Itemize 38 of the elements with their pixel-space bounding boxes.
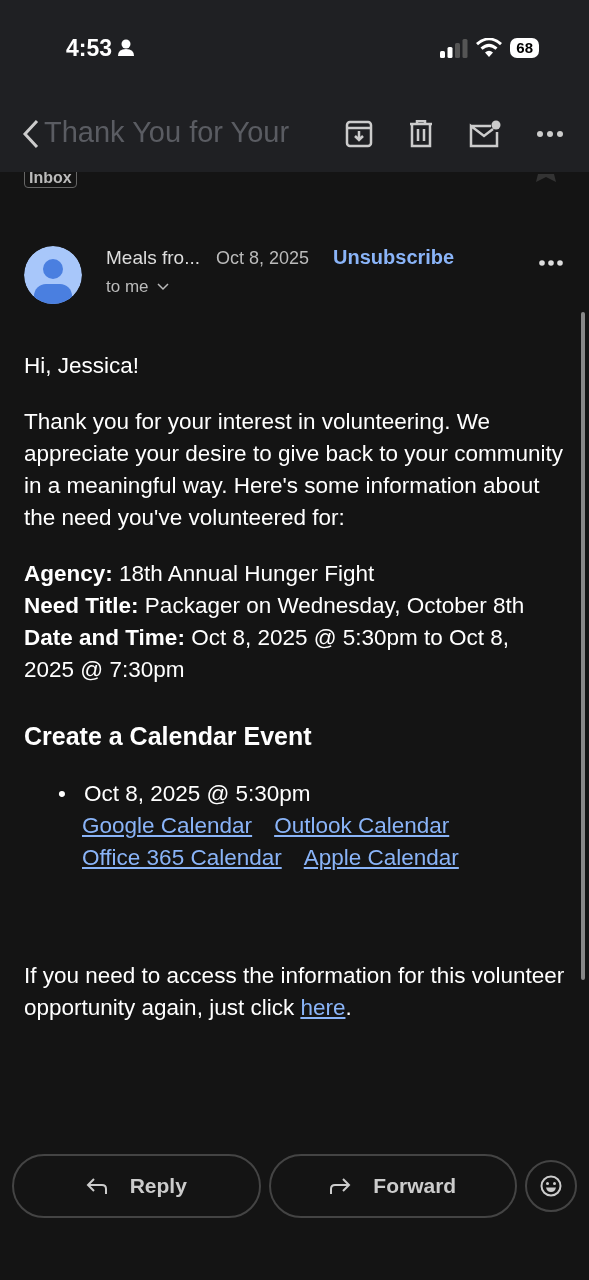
- person-icon: [118, 39, 135, 57]
- detail-line: Date and Time: Oct 8, 2025 @ 5:30pm to Oct 8, 2025 @ 7:30pm: [24, 624, 511, 684]
- avatar-icon: [24, 246, 82, 304]
- delete-icon[interactable]: [409, 120, 433, 148]
- wifi-icon: [476, 38, 503, 58]
- greeting-text: Hi, Jessica!: [24, 352, 141, 380]
- calendar-link[interactable]: Apple Calendar: [303, 842, 459, 874]
- intro-paragraph: Thank you for your interest in volunteering. We appreciate your desire to give back to your community in a meaningful way. Here's some information about the need you've volunteered for:: [24, 408, 564, 532]
- detail-line: Need Title: Packager on Wednesday, October 8th: [24, 592, 526, 620]
- forward-icon: [329, 1177, 352, 1195]
- here-link[interactable]: here: [300, 995, 346, 1020]
- emoji-reaction-button[interactable]: [525, 1160, 577, 1212]
- signal-icon: [440, 38, 469, 58]
- clock-time: 4:53: [66, 34, 113, 62]
- email-subject: Thank You for Your: [44, 116, 290, 149]
- calendar-link[interactable]: Office 365 Calendar: [82, 842, 282, 874]
- smiley-icon: [540, 1175, 562, 1197]
- mark-unread-icon[interactable]: [469, 120, 501, 148]
- reply-button[interactable]: Reply: [12, 1154, 261, 1218]
- sender-name: Meals fro...: [106, 247, 200, 269]
- recipient-toggle[interactable]: to me: [106, 277, 455, 297]
- detail-line: Agency: 18th Annual Hunger Fight: [24, 560, 376, 588]
- archive-icon[interactable]: [345, 120, 373, 148]
- reply-icon: [85, 1177, 108, 1195]
- calendar-link[interactable]: Google Calendar: [82, 810, 253, 842]
- forward-button[interactable]: Forward: [268, 1154, 517, 1218]
- more-icon[interactable]: [539, 260, 563, 266]
- calendar-link[interactable]: Outlook Calendar: [274, 810, 450, 842]
- footer-paragraph: If you need to access the information for this volunteer opportunity again, just click here.: [24, 962, 565, 1022]
- back-icon[interactable]: [22, 119, 40, 149]
- event-time: Oct 8, 2025 @ 5:30pm: [83, 780, 311, 808]
- section-heading: Create a Calendar Event: [24, 721, 313, 752]
- unsubscribe-link[interactable]: Unsubscribe: [333, 246, 455, 269]
- bullet: •: [58, 780, 66, 808]
- battery-level: 68: [510, 38, 539, 58]
- chevron-down-icon: [156, 283, 169, 291]
- email-date: Oct 8, 2025: [216, 248, 310, 269]
- more-icon[interactable]: [537, 131, 563, 137]
